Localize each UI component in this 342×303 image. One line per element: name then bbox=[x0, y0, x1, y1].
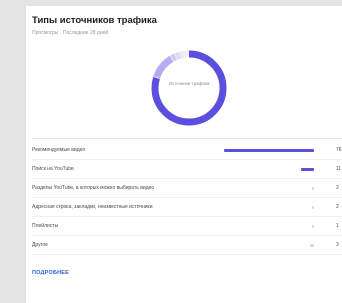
table-row[interactable]: Адресная строка, закладки, неизвестные и… bbox=[32, 201, 342, 214]
table-row[interactable]: Рекомендуемые видео 76 bbox=[32, 144, 342, 157]
source-value: 1 bbox=[336, 223, 339, 229]
card-subtitle: Просмотры · Последние 28 дней bbox=[32, 30, 109, 36]
table-row[interactable]: Плейлисты 1 bbox=[32, 220, 342, 233]
source-label: Поиск на YouTube bbox=[32, 166, 74, 172]
row-divider bbox=[32, 159, 342, 160]
row-divider bbox=[32, 235, 342, 236]
source-share-bar bbox=[224, 149, 314, 152]
source-label: Рекомендуемые видео bbox=[32, 147, 86, 153]
source-share-bar bbox=[310, 244, 314, 247]
source-label: Адресная строка, закладки, неизвестные и… bbox=[32, 204, 153, 210]
row-divider bbox=[32, 254, 342, 255]
source-label: Плейлисты bbox=[32, 223, 59, 229]
card-title: Типы источников трафика bbox=[32, 15, 157, 26]
table-row[interactable]: Разделы YouTube, в которых можно выбират… bbox=[32, 182, 342, 195]
divider bbox=[32, 138, 342, 139]
table-row[interactable]: Другое 3 bbox=[32, 239, 342, 252]
source-share-bar bbox=[300, 168, 314, 171]
source-value: 76 bbox=[336, 147, 342, 153]
source-share-bar bbox=[311, 187, 314, 190]
source-label: Другое bbox=[32, 242, 48, 248]
table-row[interactable]: Поиск на YouTube 11 bbox=[32, 163, 342, 176]
row-divider bbox=[32, 178, 342, 179]
source-value: 11 bbox=[336, 166, 342, 172]
row-divider bbox=[32, 216, 342, 217]
traffic-donut-chart bbox=[151, 50, 227, 126]
source-label: Разделы YouTube, в которых можно выбират… bbox=[32, 185, 155, 191]
source-share-bar bbox=[311, 206, 314, 209]
source-value: 3 bbox=[336, 242, 339, 248]
traffic-sources-card: Типы источников трафика Просмотры · Посл… bbox=[26, 6, 342, 303]
source-share-bar bbox=[312, 225, 314, 228]
row-divider bbox=[32, 197, 342, 198]
donut-center-label: Источники трафика bbox=[168, 81, 210, 86]
more-details-link[interactable]: ПОДРОБНЕЕ bbox=[32, 270, 69, 276]
source-value: 2 bbox=[336, 185, 339, 191]
source-value: 2 bbox=[336, 204, 339, 210]
